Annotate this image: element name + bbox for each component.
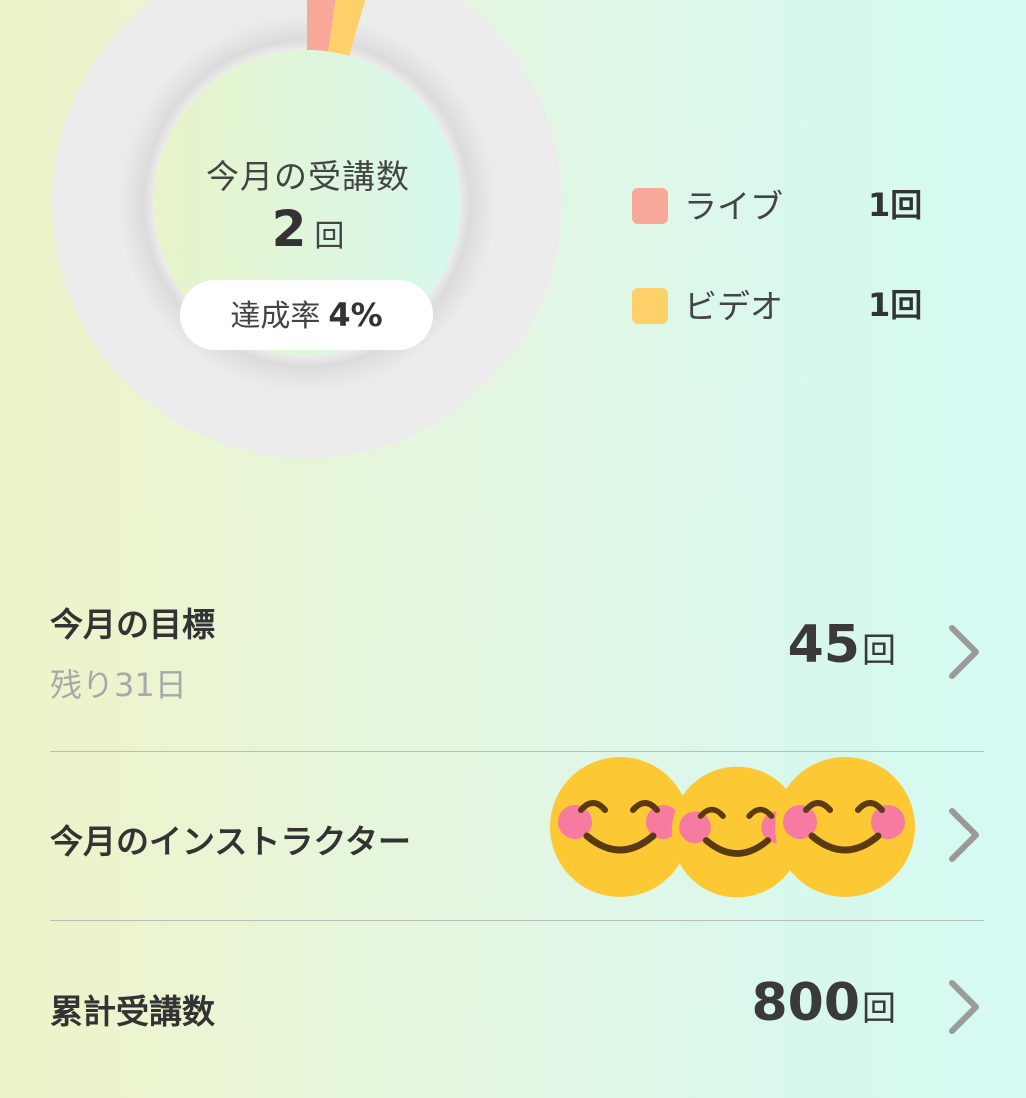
monthly-count: 2回 — [150, 200, 466, 258]
legend-value-live: 1回 — [868, 186, 923, 224]
total-attendance-number: 800 — [751, 973, 860, 1033]
days-remaining: 残り31日 — [50, 666, 187, 704]
total-attendance-unit: 回 — [862, 989, 896, 1029]
achievement-rate-pill: 達成率 4% — [180, 280, 433, 350]
video-color-swatch — [632, 288, 668, 324]
monthly-instructors-row[interactable]: 今月のインストラクター — [50, 757, 984, 910]
monthly-goal-number: 45 — [787, 615, 860, 675]
instructor-avatars — [545, 752, 925, 902]
donut-center-content: 今月の受講数 2回 — [150, 150, 466, 258]
chevron-right-icon[interactable] — [944, 622, 984, 682]
monthly-goal-unit: 回 — [862, 631, 896, 671]
monthly-goal-value: 45回 — [788, 615, 896, 675]
monthly-goal-row[interactable]: 今月の目標 残り31日 45回 — [50, 590, 984, 730]
smiling-face-icon — [775, 757, 915, 897]
monthly-count-label: 今月の受講数 — [206, 157, 410, 196]
donut-segment-live — [306, 0, 336, 52]
total-attendance-title: 累計受講数 — [50, 992, 215, 1031]
live-color-swatch — [632, 188, 668, 224]
total-attendance-row[interactable]: 累計受講数 800回 — [50, 935, 984, 1075]
monthly-summary: 今月の受講数 2回 達成率 4% ライブ 1回 ビデオ 1回 — [0, 0, 1026, 560]
legend-value-video: 1回 — [868, 286, 923, 324]
chevron-right-icon[interactable] — [944, 977, 984, 1037]
monthly-goal-title: 今月の目標 — [50, 605, 215, 644]
monthly-count-value: 2 — [271, 200, 307, 258]
achievement-rate-value: 4% — [328, 296, 383, 334]
legend-item-video: ビデオ 1回 — [632, 284, 952, 326]
legend-item-live: ライブ 1回 — [632, 184, 952, 226]
achievement-rate-label: 達成率 — [230, 299, 321, 334]
total-attendance-value: 800回 — [751, 973, 896, 1033]
chevron-right-icon[interactable] — [944, 805, 984, 865]
legend-label-video: ビデオ — [684, 287, 783, 326]
row-divider — [50, 920, 984, 921]
monthly-count-unit: 回 — [314, 219, 345, 254]
donut-segments — [306, 0, 366, 57]
donut-segment-video — [327, 0, 366, 57]
monthly-instructors-title: 今月のインストラクター — [50, 822, 412, 861]
legend-label-live: ライブ — [684, 187, 783, 226]
